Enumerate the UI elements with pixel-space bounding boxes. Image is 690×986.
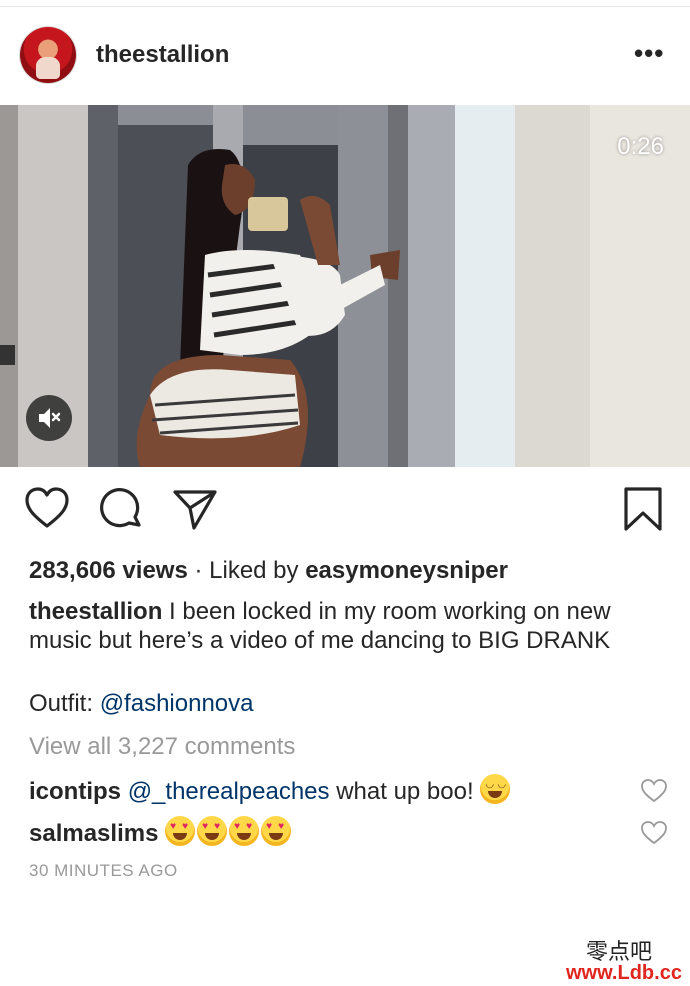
watermark-url: www.Ldb.cc (566, 962, 682, 984)
video-timer: 0:26 (617, 133, 664, 160)
video-frame (0, 105, 690, 467)
heart-eyes-emoji-icon: ♥ ♥ (229, 816, 260, 846)
bookmark-icon[interactable] (620, 486, 666, 532)
outfit-line: Outfit: @fashionnova (29, 689, 253, 719)
avatar[interactable] (20, 27, 76, 83)
comment-like-heart-icon[interactable] (641, 821, 667, 845)
liked-by-prefix: · Liked by (187, 557, 306, 584)
comment-mention[interactable]: @_therealpeaches (128, 778, 330, 805)
comment-username[interactable]: salmaslims (29, 820, 158, 847)
view-all-comments-link[interactable]: View all 3,227 comments (29, 732, 295, 762)
more-options-icon[interactable]: ••• (634, 40, 664, 66)
outfit-label: Outfit: (29, 690, 100, 717)
comment-row: salmaslims ♥ ♥ ♥ ♥ ♥ ♥ ♥ ♥ (29, 816, 293, 849)
post-username[interactable]: theestallion (96, 41, 229, 69)
comment-like-heart-icon[interactable] (641, 779, 667, 803)
heart-eyes-emoji-icon: ♥ ♥ (261, 816, 292, 846)
heart-outline-icon[interactable] (24, 486, 70, 532)
post-timestamp: 30 MINUTES AGO (29, 861, 178, 880)
outfit-mention[interactable]: @fashionnova (100, 690, 254, 717)
views-line: 283,606 views · Liked by easymoneysniper (29, 556, 508, 586)
comment-username[interactable]: icontips (29, 778, 121, 805)
liked-by-user[interactable]: easymoneysniper (305, 557, 508, 584)
top-divider (0, 6, 690, 7)
speaker-muted-icon[interactable] (26, 395, 72, 441)
caption-username[interactable]: theestallion (29, 598, 162, 625)
tears-of-joy-emoji-icon: ◡ ◡ (480, 774, 511, 804)
views-count[interactable]: 283,606 views (29, 557, 188, 584)
video-player[interactable]: 0:26 (0, 105, 690, 467)
post-header: theestallion ••• (0, 22, 690, 90)
heart-eyes-emoji-icon: ♥ ♥ (197, 816, 228, 846)
comment-bubble-icon[interactable] (99, 486, 145, 532)
comment-text: what up boo! (329, 778, 474, 805)
heart-eyes-emoji-icon: ♥ ♥ (165, 816, 196, 846)
paper-plane-icon[interactable] (172, 486, 218, 532)
caption: theestallion I been locked in my room wo… (29, 597, 649, 655)
comment-row: icontips @_therealpeaches what up boo! ◡… (29, 774, 512, 807)
action-bar (0, 486, 690, 536)
